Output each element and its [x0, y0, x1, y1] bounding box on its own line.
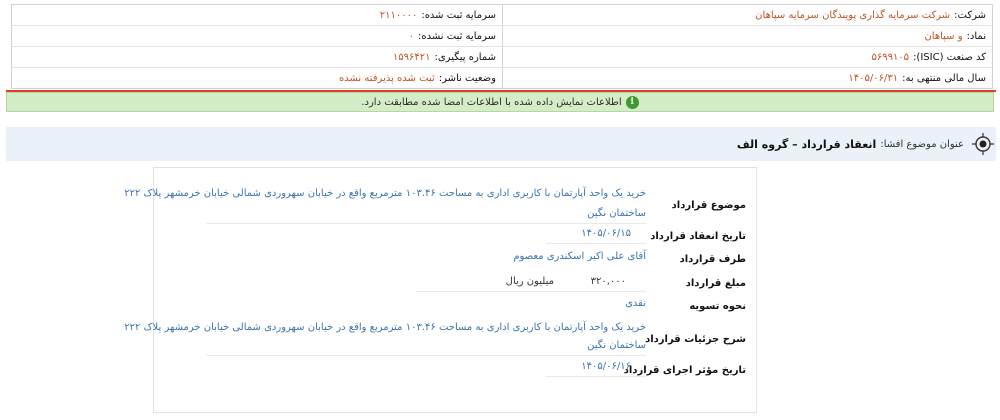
effective-date-label: تاریخ مؤثر اجرای قرارداد: [623, 365, 746, 376]
amount-underline: [416, 291, 646, 292]
info-row-fiscal: سال مالی منتهی به: ۱۴۰۵/۰۶/۳۱ وضعیت ناشر…: [12, 68, 992, 89]
info-row-symbol: نماد: و سپاهان سرمایه ثبت نشده: ۰: [12, 26, 992, 47]
contract-amount-unit: میلیون ریال: [505, 276, 554, 287]
date-underline: [546, 243, 646, 244]
contract-subject-line2: ساختمان نگین: [587, 208, 646, 219]
contract-details-label: شرح جزئیات قرارداد: [645, 334, 746, 345]
unreg-capital-value: ۰: [408, 30, 415, 42]
info-row-company: شرکت: شرکت سرمایه گذاری پویندگان سرمایه …: [12, 5, 992, 26]
contract-date-value: ۱۴۰۵/۰۶/۱۵: [581, 228, 631, 239]
tracking-value: ۱۵۹۶۴۲۱: [392, 51, 431, 63]
company-info-table: شرکت: شرکت سرمایه گذاری پویندگان سرمایه …: [11, 4, 993, 89]
unreg-capital-label: سرمایه ثبت نشده:: [418, 30, 496, 42]
target-icon: [972, 133, 994, 155]
reg-capital-value: ۲۱۱۰۰۰۰: [379, 9, 418, 21]
fiscal-value: ۱۴۰۵/۰۶/۳۱: [848, 73, 899, 84]
symbol-cell: نماد: و سپاهان: [502, 26, 992, 46]
info-icon: i: [625, 95, 639, 109]
unreg-capital-cell: سرمایه ثبت نشده: ۰: [12, 26, 502, 46]
contract-subject-label: موضوع قرارداد: [671, 200, 746, 211]
details-underline: [206, 355, 646, 356]
reg-capital-cell: سرمایه ثبت شده: ۲۱۱۰۰۰۰: [12, 5, 502, 25]
isic-cell: کد صنعت (ISIC): ۵۶۹۹۱۰۵: [502, 47, 992, 67]
subject-bar: عنوان موضوع افشا: انعقاد قرارداد – گروه …: [6, 127, 996, 161]
company-value[interactable]: شرکت سرمایه گذاری پویندگان سرمایه سپاهان: [755, 10, 950, 21]
contract-date-label: تاریخ انعقاد قرارداد: [650, 231, 746, 242]
subject-underline: [206, 223, 646, 224]
info-row-isic: کد صنعت (ISIC): ۵۶۹۹۱۰۵ شماره پیگیری: ۱۵…: [12, 47, 992, 68]
settlement-value: نقدی: [625, 298, 646, 309]
fiscal-label: سال مالی منتهی به:: [902, 73, 986, 84]
company-cell: شرکت: شرکت سرمایه گذاری پویندگان سرمایه …: [502, 5, 992, 25]
contract-amount-value: ۳۲۰,۰۰۰: [590, 276, 626, 287]
tracking-label: شماره پیگیری:: [434, 51, 496, 63]
subject-label: عنوان موضوع افشا:: [880, 138, 964, 150]
contract-party-value: آقای علی اکبر اسکندری معصوم: [513, 251, 646, 262]
tracking-cell: شماره پیگیری: ۱۵۹۶۴۲۱: [12, 47, 502, 67]
contract-amount-label: مبلغ قرارداد: [685, 278, 746, 289]
contract-details-line2: ساختمان نگین: [587, 340, 646, 351]
effective-date-value: ۱۴۰۵/۰۶/۱۶: [581, 361, 631, 372]
isic-value: ۵۶۹۹۱۰۵: [871, 51, 910, 63]
effective-underline: [546, 376, 646, 377]
settlement-label: نحوه تسویه: [689, 301, 746, 312]
notice-text: اطلاعات نمایش داده شده با اطلاعات امضا ش…: [361, 96, 622, 108]
publisher-cell: وضعیت ناشر: ثبت شده پذیرفته نشده: [12, 68, 502, 89]
reg-capital-label: سرمایه ثبت شده:: [421, 9, 496, 21]
contract-details-line1: خرید یک واحد آپارتمان با کاربری اداری به…: [124, 322, 646, 333]
contract-party-label: طرف قرارداد: [679, 254, 746, 265]
company-label: شرکت:: [954, 9, 986, 21]
isic-label: کد صنعت (ISIC):: [913, 51, 986, 63]
fiscal-cell: سال مالی منتهی به: ۱۴۰۵/۰۶/۳۱: [502, 68, 992, 89]
contract-details-panel: موضوع قرارداد خرید یک واحد آپارتمان با ک…: [124, 167, 757, 413]
publisher-value: ثبت شده پذیرفته نشده: [339, 73, 435, 84]
publisher-label: وضعیت ناشر:: [438, 73, 496, 84]
symbol-label: نماد:: [966, 30, 986, 42]
symbol-value[interactable]: و سپاهان: [924, 31, 962, 42]
contract-subject-line1: خرید یک واحد آپارتمان با کاربری اداری به…: [124, 188, 646, 199]
subject-title: انعقاد قرارداد – گروه الف: [736, 137, 877, 151]
verification-notice: i اطلاعات نمایش داده شده با اطلاعات امضا…: [6, 92, 994, 112]
